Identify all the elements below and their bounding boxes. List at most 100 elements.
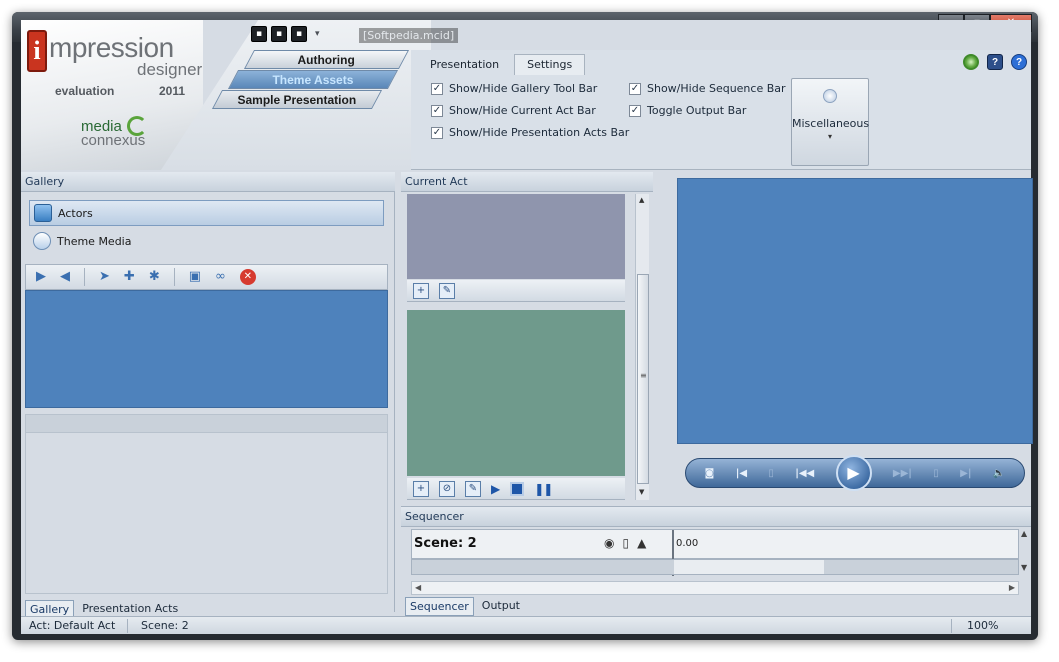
current-act-pane: Current Act + ✎ + ⊘ ✎ ▶ ❚❚ ▲ ≡ ▼	[401, 172, 653, 502]
company-name-b: connexus	[81, 132, 146, 149]
gallery-item-theme-media[interactable]: Theme Media	[29, 228, 384, 254]
check-current-act-bar[interactable]: ✓ Show/Hide Current Act Bar	[431, 104, 596, 117]
status-zoom: 100%	[967, 619, 999, 632]
lock-icon[interactable]: ▯	[622, 536, 629, 550]
track-icons: ◉ ▯ ▲	[604, 536, 646, 550]
edit-scene-icon[interactable]: ✎	[465, 480, 481, 497]
transport-bar: ◙ |◀ ▯ |◀◀ ▶ ▶▶| ▯ ▶| 🔈	[685, 455, 1025, 491]
scroll-right-icon[interactable]: ▶	[1009, 583, 1015, 592]
timeline-fill	[674, 560, 824, 574]
check-presentation-acts-bar[interactable]: ✓ Show/Hide Presentation Acts Bar	[431, 126, 629, 139]
act-scrollbar[interactable]: ▲ ≡ ▼	[635, 194, 649, 500]
check-label: Show/Hide Gallery Tool Bar	[449, 82, 598, 95]
toolbar-divider	[84, 268, 85, 286]
stop-icon[interactable]	[510, 481, 525, 496]
logo-year: 2011	[159, 84, 186, 98]
authoring-button[interactable]: Authoring	[243, 50, 410, 69]
scroll-thumb[interactable]: ≡	[637, 274, 649, 484]
eye-icon[interactable]: ◉	[604, 536, 614, 550]
edit-scene-icon[interactable]: ✎	[439, 282, 455, 299]
client-area: i mpression designer evaluation 2011 med…	[21, 20, 1033, 634]
theme-media-icon	[33, 232, 51, 250]
status-divider	[951, 619, 952, 633]
check-label: Toggle Output Bar	[647, 104, 747, 117]
gallery-item-actors[interactable]: Actors	[29, 200, 384, 226]
checkbox-icon[interactable]: ✓	[629, 82, 641, 95]
scroll-down-icon[interactable]: ▼	[639, 488, 644, 496]
sequencer-timeline[interactable]	[411, 559, 1019, 575]
tab-presentation[interactable]: Presentation	[417, 54, 512, 75]
preview-screen[interactable]	[677, 178, 1033, 444]
status-scene: Scene: 2	[141, 619, 189, 632]
sample-presentation-button[interactable]: Sample Presentation	[211, 90, 383, 109]
scroll-up-icon[interactable]: ▲	[1021, 529, 1027, 538]
check-label: Show/Hide Sequence Bar	[647, 82, 786, 95]
tab-sequencer[interactable]: Sequencer	[405, 597, 474, 616]
fast-forward-icon[interactable]: ▶▶|	[893, 468, 912, 479]
fullscreen-icon[interactable]: ◙	[705, 468, 715, 479]
theme-assets-button[interactable]: Theme Assets	[227, 70, 399, 89]
checkbox-icon[interactable]: ✓	[431, 82, 443, 95]
app-window: – ▫ ✕ i mpression designer evaluation 20…	[12, 12, 1038, 640]
pause-icon[interactable]: ❚❚	[534, 482, 553, 496]
sequencer-vscroll[interactable]: ▲ ▼	[1021, 529, 1031, 575]
refresh-icon[interactable]	[963, 54, 979, 70]
gallery-detail-area	[25, 414, 388, 594]
scroll-grip-icon: ≡	[640, 371, 647, 380]
act-slot-top[interactable]	[407, 194, 625, 279]
gallery-content-area[interactable]	[25, 290, 388, 408]
gallery-toolbar: ▶ ◀ ➤ ✚ ✱ ▣ ∞ ✕	[25, 264, 388, 290]
frame-back-icon[interactable]: ▯	[768, 468, 774, 479]
check-sequence-bar[interactable]: ✓ Show/Hide Sequence Bar	[629, 82, 786, 95]
act-slot-bottom[interactable]	[407, 310, 625, 476]
logo-designer: designer	[137, 60, 203, 79]
scroll-down-icon[interactable]: ▼	[1021, 563, 1027, 572]
link-icon[interactable]: ∞	[215, 268, 226, 286]
add-left-icon[interactable]: ◀	[60, 268, 70, 286]
tab-settings[interactable]: Settings	[514, 54, 586, 75]
sample-presentation-label: Sample Presentation	[237, 93, 356, 107]
help-icon[interactable]: ?	[1011, 54, 1027, 70]
sequencer-hscroll[interactable]: ◀ ▶	[411, 581, 1019, 595]
miscellaneous-button[interactable]: Miscellaneous ▾	[791, 78, 869, 166]
checkbox-icon[interactable]: ✓	[629, 104, 641, 117]
play-icon[interactable]: ▶	[491, 482, 500, 496]
checkbox-icon[interactable]: ✓	[431, 126, 443, 139]
check-output-bar[interactable]: ✓ Toggle Output Bar	[629, 104, 746, 117]
help-box-icon[interactable]: ?	[987, 54, 1003, 70]
scroll-left-icon[interactable]: ◀	[415, 583, 421, 592]
skip-start-icon[interactable]: |◀	[736, 468, 747, 479]
rewind-icon[interactable]: |◀◀	[795, 468, 814, 479]
add-right-icon[interactable]: ▶	[36, 268, 46, 286]
save-all-icon[interactable]: ▪	[271, 26, 287, 42]
toolbar-divider	[173, 268, 175, 286]
remove-icon[interactable]: ✕	[239, 269, 256, 285]
status-bar: Act: Default Act Scene: 2 100%	[21, 616, 1031, 634]
add-scene-icon[interactable]: +	[413, 282, 429, 299]
cursor-star-icon[interactable]: ✱	[149, 268, 160, 286]
tab-output[interactable]: Output	[478, 597, 524, 616]
play-button[interactable]: ▶	[835, 455, 872, 491]
cursor-refresh-icon[interactable]: ➤	[99, 268, 110, 286]
gallery-detail-strip	[26, 415, 387, 433]
close-file-icon[interactable]: ▪	[291, 26, 307, 42]
help-icons: ? ?	[963, 54, 1027, 70]
scroll-up-icon[interactable]: ▲	[639, 196, 644, 204]
sequencer-pane: Sequencer Scene: 2 ◉ ▯ ▲ 0.00 ◀ ▶ ▲ ▼ Se…	[401, 506, 1031, 616]
chevron-down-icon[interactable]: ▾	[315, 29, 320, 39]
gallery-item-label: Actors	[58, 206, 93, 220]
check-gallery-toolbar[interactable]: ✓ Show/Hide Gallery Tool Bar	[431, 82, 597, 95]
playhead-time: 0.00	[676, 538, 699, 549]
remove-scene-icon[interactable]: ⊘	[439, 480, 455, 497]
volume-icon[interactable]: 🔈	[993, 468, 1005, 479]
save-icon[interactable]: ▪	[251, 26, 267, 42]
graduation-cap-icon[interactable]: ▲	[637, 536, 646, 550]
sequencer-scene-label: Scene: 2	[414, 536, 477, 551]
add-scene-icon[interactable]: +	[413, 480, 429, 497]
cursor-add-icon[interactable]: ✚	[124, 268, 135, 286]
frame-forward-icon[interactable]: ▯	[933, 468, 939, 479]
import-media-icon[interactable]: ▣	[189, 268, 201, 286]
checkbox-icon[interactable]: ✓	[431, 104, 443, 117]
skip-end-icon[interactable]: ▶|	[960, 468, 971, 479]
sequencer-track[interactable]: Scene: 2 ◉ ▯ ▲ 0.00	[411, 529, 1019, 576]
